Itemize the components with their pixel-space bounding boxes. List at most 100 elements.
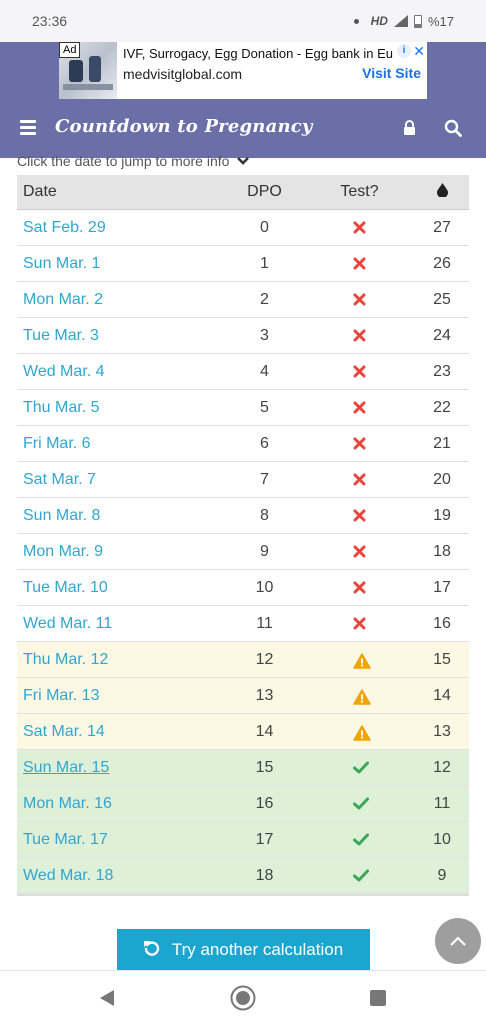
ad-banner[interactable]: Ad IVF, Surrogacy, Egg Donation - Egg ba…	[59, 42, 427, 99]
date-link[interactable]: Thu Mar. 12	[17, 651, 197, 669]
date-link[interactable]: Mon Mar. 16	[17, 795, 197, 813]
ad-visit-button[interactable]: Visit Site	[362, 65, 421, 81]
try-another-calculation-button[interactable]: Try another calculation	[117, 929, 370, 971]
hamburger-icon[interactable]	[20, 120, 36, 135]
date-label[interactable]: Sat Mar. 7	[23, 471, 96, 488]
date-link[interactable]: Fri Mar. 6	[17, 435, 197, 453]
date-link[interactable]: Wed Mar. 18	[17, 867, 197, 885]
date-label[interactable]: Wed Mar. 4	[23, 363, 105, 380]
dpo-value: 10	[255, 578, 274, 596]
days-left-value: 26	[433, 254, 451, 272]
test-status	[332, 833, 387, 847]
network-type: HD	[370, 14, 388, 28]
dpo-value: 18	[255, 866, 274, 884]
days-left-value: 14	[433, 686, 451, 704]
date-label[interactable]: Sun Mar. 15	[23, 759, 109, 776]
table-row: Sat Feb. 29 0 27	[17, 210, 469, 246]
date-link[interactable]: Wed Mar. 11	[17, 615, 197, 633]
table-row: Sun Mar. 15 15 12	[17, 750, 469, 786]
date-link[interactable]: Sun Mar. 1	[17, 255, 197, 273]
date-link[interactable]: Sat Feb. 29	[17, 219, 197, 237]
test-status	[332, 365, 387, 379]
dpo-value: 16	[255, 794, 274, 812]
date-link[interactable]: Wed Mar. 4	[17, 363, 197, 381]
date-label[interactable]: Wed Mar. 18	[23, 867, 113, 884]
date-label[interactable]: Sat Feb. 29	[23, 219, 106, 236]
date-link[interactable]: Sun Mar. 8	[17, 507, 197, 525]
site-title[interactable]: Countdown to Pregnancy	[55, 116, 313, 137]
date-label[interactable]: Fri Mar. 6	[23, 435, 91, 452]
scroll-top-button[interactable]	[435, 918, 481, 964]
date-link[interactable]: Fri Mar. 13	[17, 687, 197, 705]
date-label[interactable]: Fri Mar. 13	[23, 687, 99, 704]
date-label[interactable]: Sun Mar. 8	[23, 507, 100, 524]
ad-url[interactable]: medvisitglobal.com	[123, 66, 242, 82]
table-row: Fri Mar. 13 13 14	[17, 678, 469, 714]
test-status	[332, 509, 387, 523]
test-status	[332, 688, 387, 705]
home-icon[interactable]	[230, 985, 256, 1016]
date-link[interactable]: Mon Mar. 9	[17, 543, 197, 561]
date-link[interactable]: Sat Mar. 14	[17, 723, 197, 741]
date-label[interactable]: Mon Mar. 16	[23, 795, 112, 812]
date-link[interactable]: Tue Mar. 17	[17, 831, 197, 849]
date-link[interactable]: Thu Mar. 5	[17, 399, 197, 417]
x-mark-icon	[353, 221, 367, 235]
date-label[interactable]: Thu Mar. 12	[23, 651, 108, 668]
dpo-value: 9	[260, 542, 269, 560]
date-label[interactable]: Wed Mar. 11	[23, 615, 112, 632]
dpo-value: 5	[260, 398, 269, 416]
days-left-value: 11	[433, 794, 451, 812]
table-row: Sun Mar. 8 8 19	[17, 498, 469, 534]
test-status	[332, 545, 387, 559]
check-icon	[352, 833, 369, 847]
days-left-value: 22	[433, 398, 451, 416]
status-bar: 23:36 HD %17	[0, 0, 486, 42]
dpo-value: 0	[260, 218, 269, 236]
chevron-down-icon[interactable]	[237, 153, 250, 169]
test-status	[332, 329, 387, 343]
date-link[interactable]: Sat Mar. 7	[17, 471, 197, 489]
back-icon[interactable]	[98, 989, 116, 1012]
search-icon[interactable]	[444, 119, 462, 137]
test-status	[332, 401, 387, 415]
days-left-value: 21	[433, 434, 451, 452]
ad-title[interactable]: IVF, Surrogacy, Egg Donation - Egg bank …	[123, 46, 403, 61]
jump-hint[interactable]: Click the date to jump to more info	[17, 153, 250, 169]
column-dpo: DPO	[247, 183, 282, 200]
date-label[interactable]: Thu Mar. 5	[23, 399, 99, 416]
dpo-value: 15	[255, 758, 274, 776]
x-mark-icon	[353, 617, 367, 631]
date-label[interactable]: Mon Mar. 9	[23, 543, 103, 560]
date-label[interactable]: Mon Mar. 2	[23, 291, 103, 308]
dpo-value: 2	[260, 290, 269, 308]
date-link[interactable]: Tue Mar. 10	[17, 579, 197, 597]
test-status	[332, 473, 387, 487]
date-label[interactable]: Sun Mar. 1	[23, 255, 100, 272]
column-test: Test?	[340, 183, 379, 200]
refresh-icon	[143, 940, 160, 961]
date-link[interactable]: Sun Mar. 15	[17, 759, 197, 777]
ad-close-icon[interactable]: ✕	[413, 43, 425, 60]
date-label[interactable]: Tue Mar. 17	[23, 831, 108, 848]
x-mark-icon	[353, 401, 367, 415]
date-link[interactable]: Mon Mar. 2	[17, 291, 197, 309]
test-status	[332, 797, 387, 811]
date-label[interactable]: Tue Mar. 3	[23, 327, 99, 344]
test-status	[332, 293, 387, 307]
ad-info-icon[interactable]: i	[397, 44, 411, 58]
days-left-value: 16	[433, 614, 451, 632]
date-label[interactable]: Sat Mar. 14	[23, 723, 105, 740]
table-row: Wed Mar. 11 11 16	[17, 606, 469, 642]
table-row: Mon Mar. 2 2 25	[17, 282, 469, 318]
test-status	[332, 869, 387, 883]
table-row: Sun Mar. 1 1 26	[17, 246, 469, 282]
recent-apps-icon[interactable]	[370, 990, 386, 1006]
dpo-value: 12	[255, 650, 274, 668]
date-label[interactable]: Tue Mar. 10	[23, 579, 108, 596]
battery-icon	[413, 14, 422, 28]
dpo-value: 17	[255, 830, 274, 848]
check-icon	[352, 797, 369, 811]
lock-icon[interactable]	[403, 120, 416, 135]
date-link[interactable]: Tue Mar. 3	[17, 327, 197, 345]
